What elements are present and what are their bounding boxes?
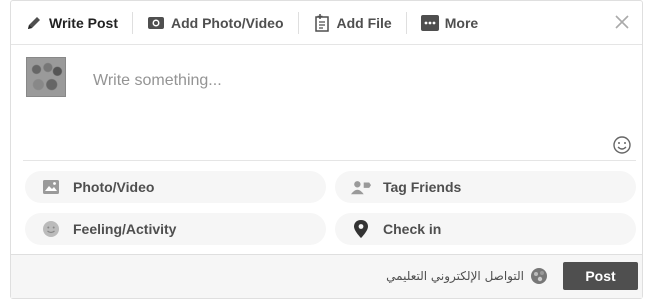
location-pin-icon [351, 219, 371, 239]
tab-label: Add File [336, 14, 392, 31]
composer-tabs: Write Post Add Photo/Video Add File More [11, 1, 642, 45]
audience-selector[interactable]: التواصل الإلكتروني التعليمي [386, 267, 548, 285]
camera-icon [147, 14, 165, 32]
composer-footer: التواصل الإلكتروني التعليمي Post [11, 254, 642, 298]
close-icon[interactable] [612, 12, 632, 32]
divider [23, 160, 636, 161]
feeling-activity-button[interactable]: Feeling/Activity [25, 213, 326, 245]
tab-label: Add Photo/Video [170, 14, 284, 31]
emoji-icon[interactable] [612, 135, 632, 155]
tab-label: More [444, 14, 479, 31]
tab-separator [297, 11, 299, 34]
tab-label: Write Post [49, 14, 118, 31]
more-icon [420, 14, 439, 32]
group-avatar-icon [530, 267, 548, 285]
post-button[interactable]: Post [563, 262, 638, 290]
write-something-input[interactable]: Write something... [93, 72, 222, 90]
avatar[interactable] [26, 57, 66, 97]
post-composer: Write Post Add Photo/Video Add File More [10, 0, 643, 299]
tab-separator [405, 11, 407, 34]
action-label: Tag Friends [383, 179, 462, 195]
tab-more[interactable]: More [420, 1, 479, 45]
action-label: Feeling/Activity [73, 221, 177, 237]
tag-friends-icon [351, 177, 371, 197]
action-label: Photo/Video [73, 179, 155, 195]
smiley-icon [41, 219, 61, 239]
tab-separator [131, 11, 133, 34]
check-in-button[interactable]: Check in [335, 213, 636, 245]
pencil-icon [25, 14, 43, 32]
file-icon [313, 13, 331, 32]
audience-label: التواصل الإلكتروني التعليمي [386, 269, 524, 283]
action-label: Check in [383, 221, 442, 237]
photo-icon [41, 177, 61, 197]
photo-video-button[interactable]: Photo/Video [25, 171, 326, 203]
tab-add-file[interactable]: Add File [313, 1, 392, 45]
tab-write-post[interactable]: Write Post [25, 1, 118, 45]
tag-friends-button[interactable]: Tag Friends [335, 171, 636, 203]
tab-add-photo-video[interactable]: Add Photo/Video [147, 1, 284, 45]
